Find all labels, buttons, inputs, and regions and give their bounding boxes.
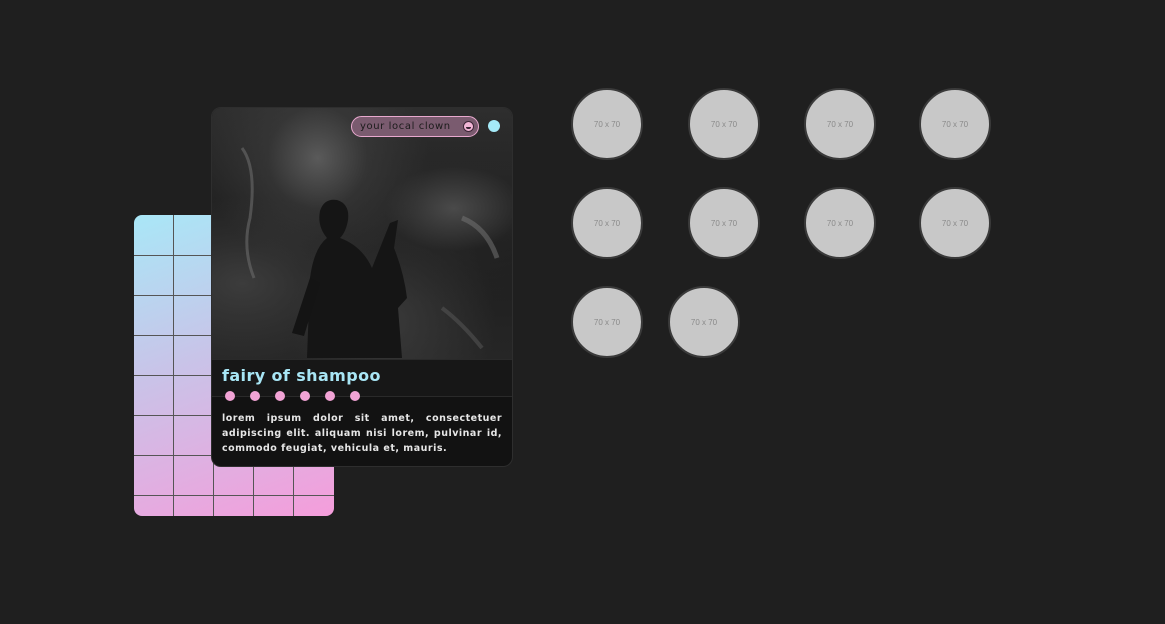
clown-face-icon <box>463 121 474 132</box>
thumbnail[interactable]: 70 x 70 <box>688 187 760 259</box>
thumbnail[interactable]: 70 x 70 <box>804 88 876 160</box>
profile-photo: your local clown <box>212 108 512 359</box>
thumbnail[interactable]: 70 x 70 <box>571 88 643 160</box>
thumbnail[interactable]: 70 x 70 <box>919 187 991 259</box>
dot <box>225 391 235 401</box>
thumbnail-label: 70 x 70 <box>826 218 854 228</box>
profile-card: your local clown fairy of shampoo lorem … <box>211 107 513 467</box>
dot <box>275 391 285 401</box>
thumbnail-label: 70 x 70 <box>593 317 621 327</box>
thumbnail-label: 70 x 70 <box>826 119 854 129</box>
dot <box>300 391 310 401</box>
thumbnail[interactable]: 70 x 70 <box>571 187 643 259</box>
thumbnail-label: 70 x 70 <box>593 218 621 228</box>
dot <box>350 391 360 401</box>
thumbnail[interactable]: 70 x 70 <box>571 286 643 358</box>
thumbnail[interactable]: 70 x 70 <box>668 286 740 358</box>
thumbnail-label: 70 x 70 <box>941 218 969 228</box>
thumbnail-label: 70 x 70 <box>710 119 738 129</box>
dot <box>250 391 260 401</box>
thumbnail-label: 70 x 70 <box>690 317 718 327</box>
thumbnail[interactable]: 70 x 70 <box>804 187 876 259</box>
page: your local clown fairy of shampoo lorem … <box>0 0 1165 624</box>
thumbnail[interactable]: 70 x 70 <box>919 88 991 160</box>
card-description: lorem ipsum dolor sit amet, consectetuer… <box>222 413 502 454</box>
dot <box>325 391 335 401</box>
thumbnail[interactable]: 70 x 70 <box>688 88 760 160</box>
nickname-tag-label: your local clown <box>360 121 451 132</box>
photo-silhouette <box>240 147 500 358</box>
thumbnail-label: 70 x 70 <box>593 119 621 129</box>
thumbnail-label: 70 x 70 <box>710 218 738 228</box>
status-dot <box>488 120 500 132</box>
thumbnail-label: 70 x 70 <box>941 119 969 129</box>
nickname-tag: your local clown <box>351 116 479 137</box>
card-title: fairy of shampoo <box>222 366 381 385</box>
